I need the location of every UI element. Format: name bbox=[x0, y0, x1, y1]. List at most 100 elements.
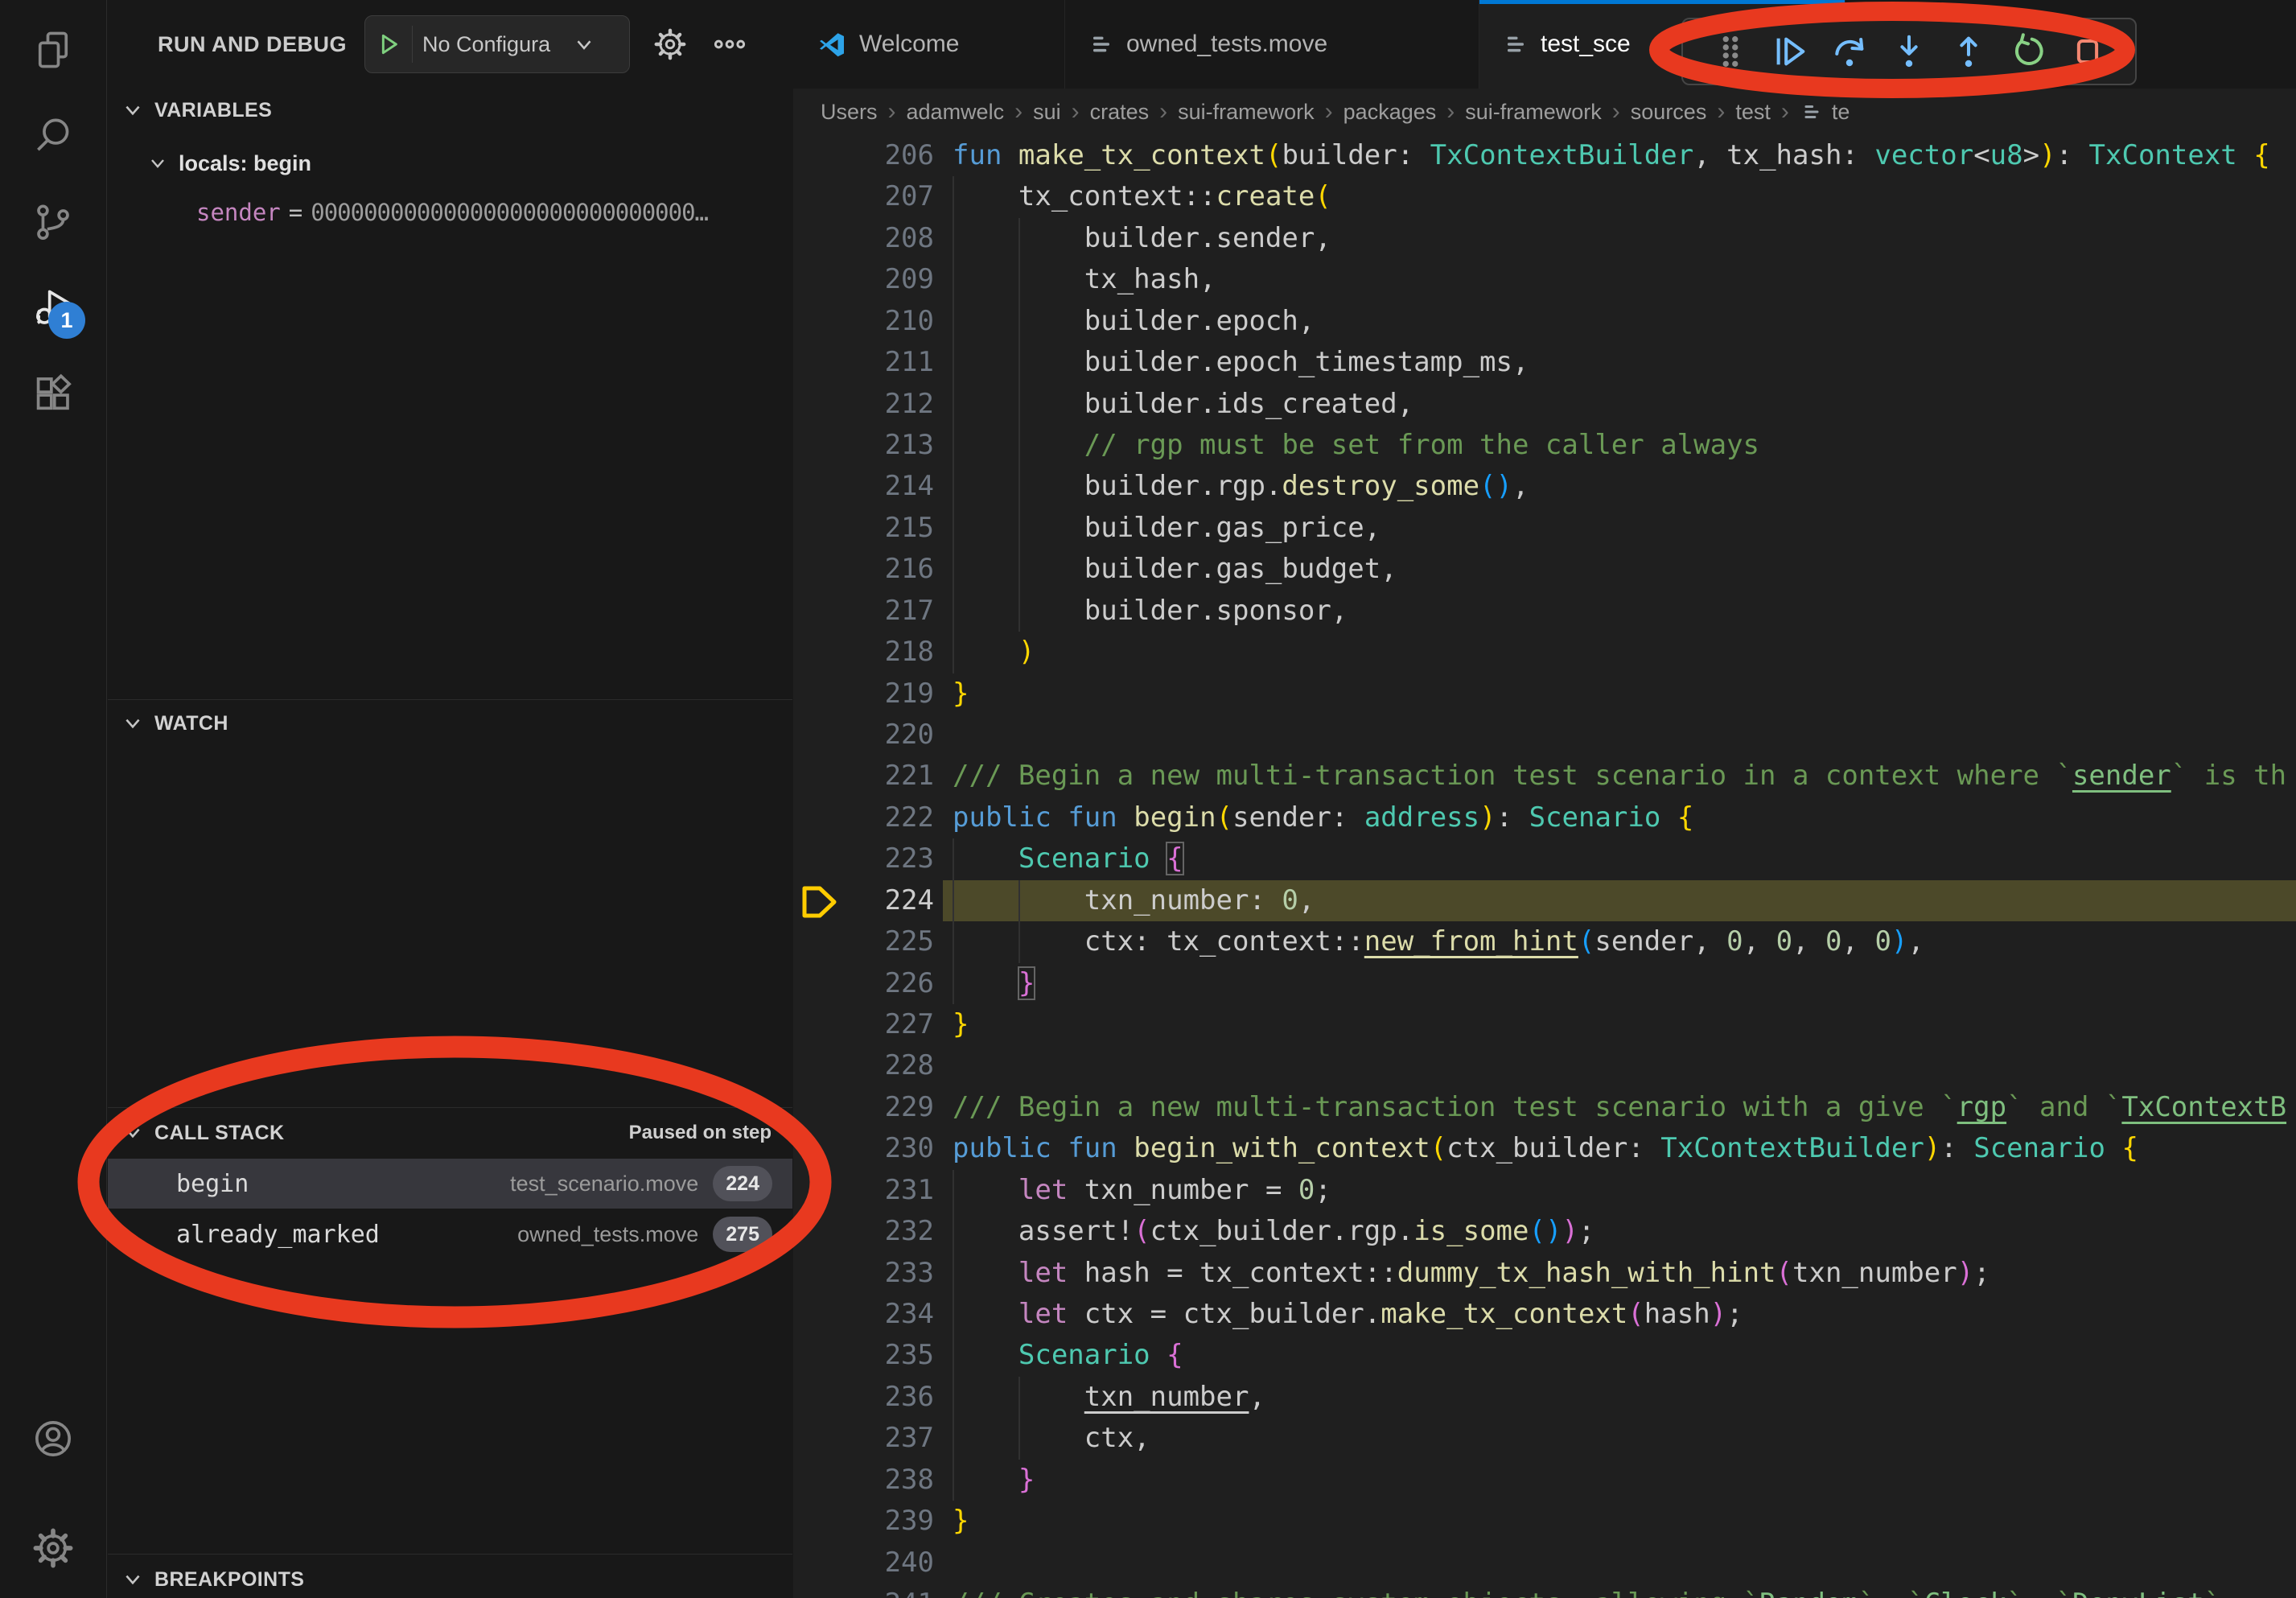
code-text: } bbox=[953, 963, 1035, 1004]
line-number[interactable]: 219 bbox=[793, 673, 934, 715]
line-number[interactable]: 224 bbox=[793, 880, 934, 921]
line-number[interactable]: 232 bbox=[793, 1211, 934, 1252]
line-number[interactable]: 233 bbox=[793, 1253, 934, 1294]
variables-section-header[interactable]: VARIABLES bbox=[108, 90, 792, 130]
code-text: builder.epoch, bbox=[953, 301, 1315, 342]
breadcrumb-item[interactable]: Users bbox=[821, 100, 878, 125]
line-number[interactable]: 211 bbox=[793, 342, 934, 383]
code-line-227: 227} bbox=[793, 1004, 2296, 1045]
line-number[interactable]: 239 bbox=[793, 1501, 934, 1542]
breadcrumb-item[interactable]: sui bbox=[1033, 100, 1061, 125]
breadcrumb-item[interactable]: adamwelc bbox=[907, 100, 1005, 125]
breadcrumb-item[interactable]: crates bbox=[1090, 100, 1150, 125]
tab-welcome[interactable]: Welcome bbox=[793, 0, 1065, 89]
locals-scope-row[interactable]: locals: begin bbox=[108, 143, 792, 183]
call-stack-frame-already_marked[interactable]: already_markedowned_tests.move275 bbox=[108, 1209, 792, 1259]
line-number[interactable]: 206 bbox=[793, 135, 934, 176]
paused-status: Paused on step bbox=[629, 1122, 772, 1144]
step-into-button[interactable] bbox=[1890, 32, 1928, 71]
settings-gear-icon[interactable] bbox=[32, 1527, 74, 1569]
line-number[interactable]: 236 bbox=[793, 1377, 934, 1418]
line-number[interactable]: 228 bbox=[793, 1045, 934, 1086]
line-number[interactable]: 231 bbox=[793, 1170, 934, 1211]
code-text: builder.sender, bbox=[953, 218, 1331, 259]
stop-button[interactable] bbox=[2068, 32, 2107, 71]
frame-line-badge: 275 bbox=[713, 1217, 772, 1252]
line-number[interactable]: 214 bbox=[793, 466, 934, 507]
line-number[interactable]: 221 bbox=[793, 756, 934, 797]
step-out-button[interactable] bbox=[1949, 32, 1988, 71]
more-actions-icon[interactable] bbox=[710, 25, 749, 64]
activity-bar: 1 bbox=[0, 0, 107, 1598]
line-number[interactable]: 225 bbox=[793, 921, 934, 962]
line-number[interactable]: 237 bbox=[793, 1418, 934, 1459]
line-number[interactable]: 216 bbox=[793, 549, 934, 590]
breadcrumb-item[interactable]: test bbox=[1735, 100, 1771, 125]
code-line-232: 232 assert!(ctx_builder.rgp.is_some()); bbox=[793, 1211, 2296, 1252]
line-number[interactable]: 215 bbox=[793, 508, 934, 549]
line-number[interactable]: 229 bbox=[793, 1087, 934, 1128]
line-number[interactable]: 217 bbox=[793, 591, 934, 632]
code-text: } bbox=[953, 1501, 969, 1542]
debug-config-dropdown[interactable]: No Configura bbox=[364, 15, 630, 73]
line-number[interactable]: 241 bbox=[793, 1584, 934, 1598]
step-over-button[interactable] bbox=[1830, 32, 1869, 71]
debug-settings-gear-icon[interactable] bbox=[651, 25, 689, 64]
restart-button[interactable] bbox=[2009, 32, 2047, 71]
frame-function-name: begin bbox=[176, 1170, 249, 1198]
code-line-216: 216 builder.gas_budget, bbox=[793, 549, 2296, 590]
code-line-217: 217 builder.sponsor, bbox=[793, 591, 2296, 632]
line-number[interactable]: 240 bbox=[793, 1542, 934, 1584]
breadcrumb-separator: › bbox=[1781, 98, 1789, 126]
breadcrumb-item[interactable]: sui-framework bbox=[1178, 100, 1315, 125]
code-line-219: 219} bbox=[793, 673, 2296, 715]
start-debug-icon[interactable] bbox=[365, 31, 412, 58]
line-number[interactable]: 222 bbox=[793, 797, 934, 838]
line-number[interactable]: 212 bbox=[793, 384, 934, 425]
vscode-window: 1 RUN AND DEBUG No Configura bbox=[0, 0, 2296, 1598]
tab-owned-tests-move[interactable]: owned_tests.move bbox=[1065, 0, 1479, 89]
breadcrumb-item[interactable]: packages bbox=[1343, 100, 1437, 125]
line-number[interactable]: 213 bbox=[793, 425, 934, 466]
breakpoints-section-header[interactable]: BREAKPOINTS bbox=[108, 1559, 792, 1598]
call-stack-section-header[interactable]: CALL STACK Paused on step bbox=[108, 1113, 792, 1153]
frame-file-name: owned_tests.move bbox=[517, 1222, 698, 1247]
line-number[interactable]: 218 bbox=[793, 632, 934, 673]
code-line-224: 224 txn_number: 0, bbox=[793, 880, 2296, 921]
line-number[interactable]: 209 bbox=[793, 259, 934, 300]
line-number[interactable]: 227 bbox=[793, 1004, 934, 1045]
code-editor[interactable]: 206fun make_tx_context(builder: TxContex… bbox=[793, 135, 2296, 1598]
code-line-238: 238 } bbox=[793, 1460, 2296, 1501]
search-icon[interactable] bbox=[32, 114, 74, 156]
breadcrumb-separator: › bbox=[1612, 98, 1620, 126]
line-number[interactable]: 207 bbox=[793, 176, 934, 217]
line-number[interactable]: 220 bbox=[793, 715, 934, 756]
continue-button[interactable] bbox=[1771, 32, 1809, 71]
line-number[interactable]: 223 bbox=[793, 838, 934, 879]
code-text: let ctx = ctx_builder.make_tx_context(ha… bbox=[953, 1294, 1743, 1335]
code-text: tx_hash, bbox=[953, 259, 1216, 300]
explorer-icon[interactable] bbox=[32, 29, 74, 71]
section-divider bbox=[108, 1107, 792, 1108]
drag-handle[interactable] bbox=[1711, 32, 1750, 71]
line-number[interactable]: 208 bbox=[793, 218, 934, 259]
tab-label: test_sce bbox=[1541, 31, 1631, 58]
source-control-icon[interactable] bbox=[32, 201, 74, 243]
breadcrumb-item[interactable]: sui-framework bbox=[1465, 100, 1602, 125]
line-number[interactable]: 226 bbox=[793, 963, 934, 1004]
variable-row[interactable]: sender = 00000000000000000000000000000… bbox=[108, 192, 792, 233]
extensions-icon[interactable] bbox=[32, 373, 74, 415]
line-number[interactable]: 238 bbox=[793, 1460, 934, 1501]
line-number[interactable]: 235 bbox=[793, 1335, 934, 1376]
call-stack-frame-begin[interactable]: begintest_scenario.move224 bbox=[108, 1159, 792, 1209]
line-number[interactable]: 210 bbox=[793, 301, 934, 342]
line-number[interactable]: 234 bbox=[793, 1294, 934, 1335]
watch-section-header[interactable]: WATCH bbox=[108, 703, 792, 743]
run-and-debug-icon[interactable]: 1 bbox=[32, 287, 74, 329]
line-number[interactable]: 230 bbox=[793, 1128, 934, 1169]
breadcrumb-item[interactable]: sources bbox=[1631, 100, 1707, 125]
account-icon[interactable] bbox=[32, 1418, 74, 1460]
code-line-212: 212 builder.ids_created, bbox=[793, 384, 2296, 425]
breadcrumb-item[interactable]: te bbox=[1800, 100, 1850, 125]
code-text: } bbox=[953, 1460, 1035, 1501]
